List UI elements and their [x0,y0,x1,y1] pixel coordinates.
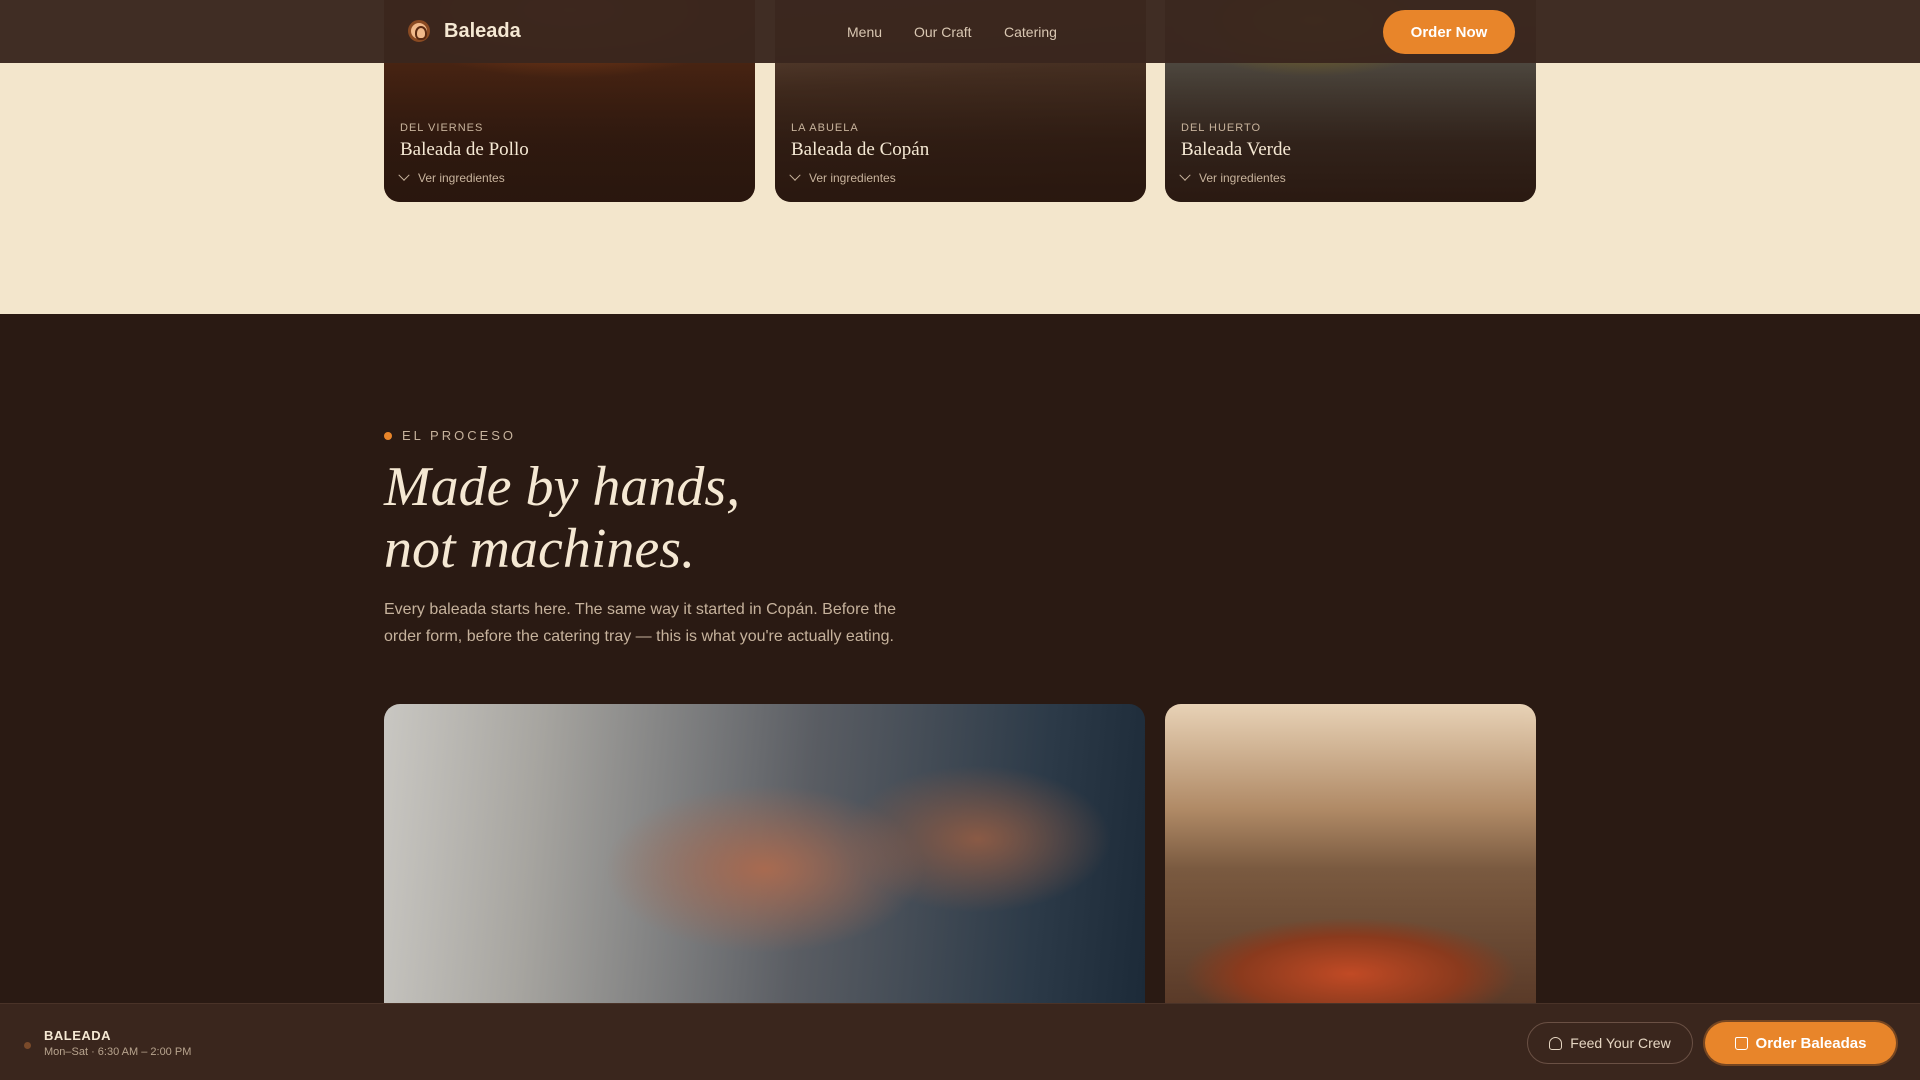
bag-icon [1734,1036,1748,1050]
ingredients-toggle[interactable]: Ver ingredientes [398,169,505,185]
card-tag: DEL HUERTO [1181,122,1262,134]
logo-icon[interactable] [408,20,430,42]
site-header: Baleada Menu Our Craft Catering Order No… [0,0,1920,63]
bar-brand: BALEADA [44,1028,112,1043]
card-tag: DEL VIERNES [400,122,484,134]
order-now-button[interactable]: Order Now [1383,10,1515,54]
chevron-down-icon [789,169,801,181]
bottom-order-bar: BALEADA Mon–Sat · 6:30 AM – 2:00 PM Feed… [0,1003,1920,1080]
card-title: Baleada de Copán [791,139,930,160]
opening-hours: Mon–Sat · 6:30 AM – 2:00 PM [44,1046,192,1058]
brand-name[interactable]: Baleada [444,20,521,43]
hands-photo [384,704,1145,1004]
crew-icon [1549,1036,1563,1050]
chevron-down-icon [1179,169,1191,181]
card-tag: LA ABUELA [791,122,859,134]
chevron-down-icon [398,169,410,181]
card-title: Baleada de Pollo [400,139,529,160]
nav-menu[interactable]: Menu [847,24,882,40]
nav-catering[interactable]: Catering [1004,24,1057,40]
section-headline: Made by hands, not machines. [384,456,741,580]
feed-your-crew-button[interactable]: Feed Your Crew [1527,1022,1693,1064]
ingredients-toggle[interactable]: Ver ingredientes [789,169,896,185]
nav-our-craft[interactable]: Our Craft [914,24,972,40]
soup-photo [1165,704,1536,1004]
ingredients-toggle[interactable]: Ver ingredientes [1179,169,1286,185]
section-intro: Every baleada starts here. The same way … [384,601,896,645]
section-eyebrow: EL PROCESO [384,428,516,443]
status-dot-icon [24,1042,31,1049]
card-title: Baleada Verde [1181,139,1291,160]
order-baleadas-button[interactable]: Order Baleadas [1705,1022,1896,1064]
dot-icon [384,431,392,440]
